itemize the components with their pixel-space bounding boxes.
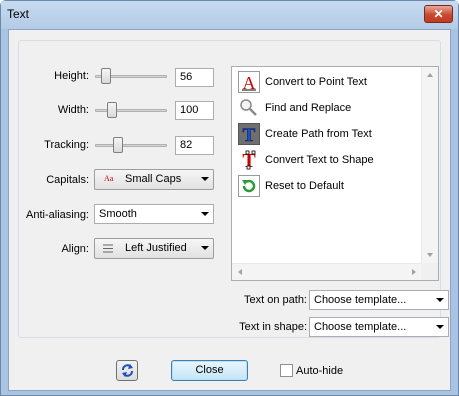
title-bar: Text ✕ — [1, 1, 458, 29]
close-button[interactable]: Close — [171, 360, 248, 381]
antialiasing-value: Smooth — [99, 208, 137, 220]
chevron-down-icon — [436, 298, 444, 302]
align-dropdown[interactable]: Left Justified — [94, 238, 214, 259]
actions-list[interactable]: A Convert to Point Text Find and Replace… — [231, 66, 439, 281]
width-slider[interactable] — [91, 99, 171, 121]
text-on-path-label: Text on path: — [244, 294, 307, 306]
refresh-icon — [120, 363, 135, 381]
antialiasing-dropdown[interactable]: Smooth — [94, 204, 214, 224]
action-find-and-replace[interactable]: Find and Replace — [236, 96, 426, 120]
capitals-value: Small Caps — [125, 173, 182, 185]
action-reset-to-default[interactable]: Reset to Default — [236, 174, 426, 198]
small-caps-icon: Aa — [104, 174, 114, 183]
chevron-down-icon — [201, 177, 209, 181]
chevron-down-icon — [201, 246, 209, 250]
align-value: Left Justified — [125, 242, 187, 254]
horizontal-scrollbar[interactable] — [232, 263, 422, 280]
action-convert-text-to-shape[interactable]: T Convert Text to Shape — [236, 148, 426, 172]
text-in-shape-label: Text in shape: — [239, 321, 307, 333]
tracking-label: Tracking: — [44, 139, 89, 151]
action-label: Convert to Point Text — [265, 76, 367, 88]
tracking-slider[interactable] — [91, 134, 171, 156]
align-label: Align: — [61, 243, 89, 255]
magnifier-icon — [238, 97, 260, 119]
chevron-down-icon — [201, 212, 209, 216]
tracking-input[interactable]: 82 — [175, 136, 214, 155]
action-label: Reset to Default — [265, 180, 344, 192]
scroll-corner — [421, 263, 438, 280]
text-in-shape-dropdown[interactable]: Choose template... — [309, 317, 449, 337]
height-label: Height: — [54, 70, 89, 82]
text-on-path-value: Choose template... — [314, 294, 407, 306]
scroll-down-icon[interactable] — [427, 253, 433, 257]
reset-icon — [238, 175, 260, 197]
width-slider-thumb[interactable] — [107, 102, 117, 118]
window-close-button[interactable]: ✕ — [424, 5, 453, 23]
auto-hide-label: Auto-hide — [296, 365, 344, 377]
text-dialog: Text ✕ Height: 56 Width: 100 Tracking: 8… — [0, 0, 459, 396]
settings-group: Height: 56 Width: 100 Tracking: 82 Capit… — [18, 40, 449, 338]
height-slider[interactable] — [91, 65, 171, 87]
scroll-right-icon[interactable] — [412, 269, 416, 275]
path-text-icon: T — [238, 123, 260, 146]
scroll-up-icon[interactable] — [427, 73, 433, 77]
action-create-path-from-text[interactable]: T Create Path from Text — [236, 122, 426, 146]
width-input[interactable]: 100 — [175, 101, 214, 120]
action-label: Convert Text to Shape — [265, 154, 374, 166]
auto-hide-checkbox[interactable] — [280, 364, 293, 377]
text-in-shape-value: Choose template... — [314, 321, 407, 333]
dialog-body: Height: 56 Width: 100 Tracking: 82 Capit… — [8, 29, 451, 391]
tracking-slider-thumb[interactable] — [113, 137, 123, 153]
height-input[interactable]: 56 — [175, 68, 214, 87]
antialiasing-label: Anti-aliasing: — [26, 209, 89, 221]
text-on-path-dropdown[interactable]: Choose template... — [309, 290, 449, 310]
text-to-shape-icon: T — [238, 149, 260, 172]
height-slider-thumb[interactable] — [101, 68, 111, 84]
capitals-label: Capitals: — [46, 174, 89, 186]
width-label: Width: — [57, 104, 89, 116]
action-label: Find and Replace — [265, 102, 352, 114]
chevron-down-icon — [436, 325, 444, 329]
capitals-dropdown[interactable]: Aa Small Caps — [94, 169, 214, 190]
svg-text:T: T — [243, 125, 256, 145]
refresh-button[interactable] — [116, 360, 138, 381]
point-text-icon: A — [238, 71, 260, 93]
align-left-icon — [103, 244, 113, 253]
action-convert-to-point-text[interactable]: A Convert to Point Text — [236, 70, 426, 94]
window-title: Text — [7, 7, 30, 21]
vertical-scrollbar[interactable] — [421, 67, 438, 263]
action-label: Create Path from Text — [265, 128, 372, 140]
scroll-left-icon[interactable] — [238, 269, 242, 275]
